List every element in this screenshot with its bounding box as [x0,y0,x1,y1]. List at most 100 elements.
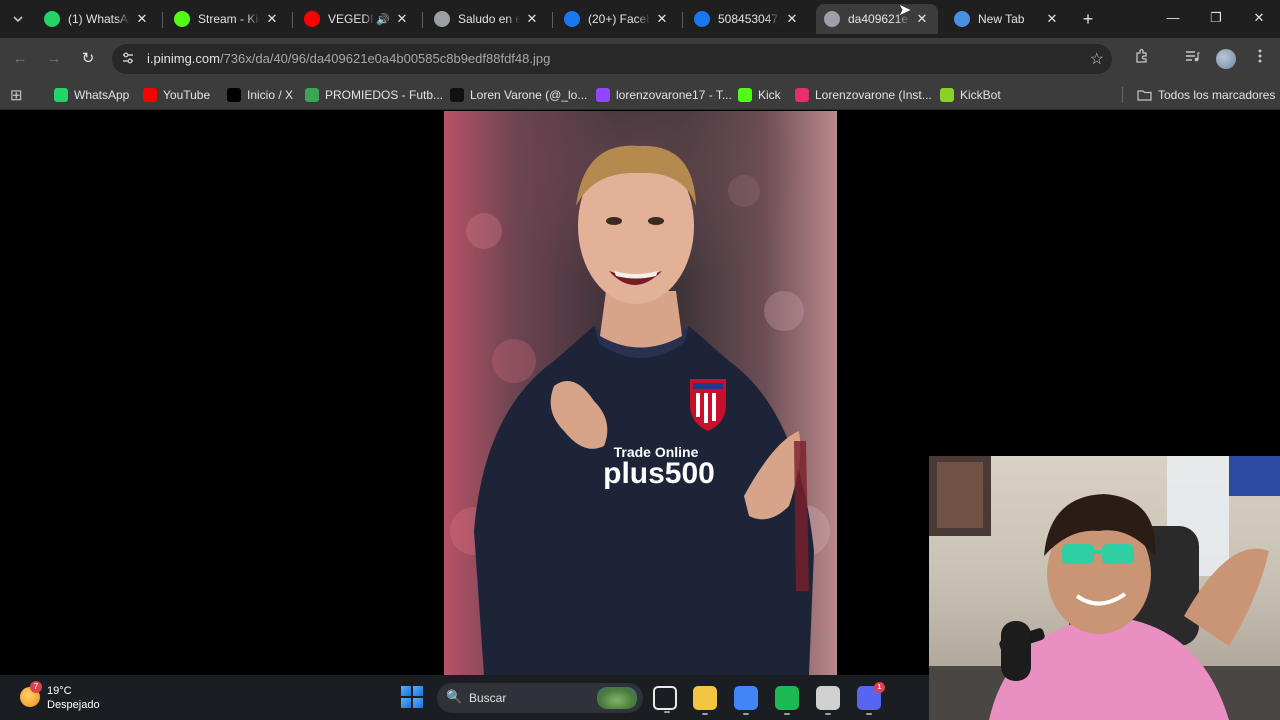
facebook-icon [564,11,580,27]
bookmark-label: Inicio / X [247,88,294,102]
tab-0[interactable]: (1) WhatsApp ✕ [36,4,158,34]
address-bar[interactable]: i.pinimg.com/736x/da/40/96/da409621e0a4b… [112,44,1112,74]
tab-2[interactable]: VEGEDREAM🔊 ✕ [296,4,418,34]
sponsor-main-text: plus500 [603,457,715,490]
file-explorer-icon[interactable] [693,686,717,715]
chrome-icon[interactable] [734,686,758,715]
tab-close-icon[interactable]: ✕ [914,11,930,27]
kick-icon [738,88,752,102]
player-illustration: Trade Online plus500 [450,145,830,675]
tab-separator [162,12,163,28]
tab-1[interactable]: Stream - Kick ✕ [166,4,288,34]
whatsapp-icon [44,11,60,27]
running-indicator [702,713,708,715]
web-icon [434,11,450,27]
running-indicator [866,713,872,715]
bookmark-label: Kick [758,88,781,102]
kickbot-icon [940,88,954,102]
tab-title: VEGEDREAM [328,12,374,26]
bookmark-icon [954,11,970,27]
bookmark-label: YouTube [163,88,211,102]
webcam-illustration [929,456,1280,720]
menu-kebab-icon[interactable] [1249,48,1271,70]
weather-condition: Despejado [47,699,100,711]
tab-7[interactable]: New Tab ✕ [946,4,1068,34]
bookmark-item[interactable]: Kick [738,86,781,104]
bookmark-item[interactable]: Inicio / X [227,86,293,104]
all-bookmarks-button[interactable]: Todos los marcadores [1137,86,1275,104]
bookmark-item[interactable]: YouTube [143,86,210,104]
bookmark-item[interactable]: WhatsApp [54,86,129,104]
task-view-icon[interactable] [653,686,677,713]
search-label: Buscar [469,691,507,705]
weather-widget[interactable]: 7 19°C Despejado [20,681,110,715]
bookmark-label: WhatsApp [74,88,130,102]
tab-3[interactable]: Saludo en español ✕ [426,4,548,34]
streamer-webcam [929,456,1280,720]
extensions-icon[interactable] [1131,48,1153,70]
facebook-icon [694,11,710,27]
football-player-photo[interactable]: Trade Online plus500 [444,111,837,675]
tab-close-icon[interactable]: ✕ [394,11,410,27]
tab-separator [682,12,683,28]
search-icon: 🔍 [446,689,463,704]
bookmark-label: PROMIEDOS - Futb... [325,88,444,102]
tab-title: (20+) Facebook [588,12,650,26]
bookmark-label: lorenzovarone17 - T... [616,88,732,102]
tab-close-icon[interactable]: ✕ [1044,11,1060,27]
weather-temperature: 19°C [47,685,72,697]
search-highlight-illustration [597,687,637,709]
bookmark-item[interactable]: PROMIEDOS - Futb... [305,86,443,104]
clock-app-icon[interactable] [816,686,840,715]
running-indicator [825,713,831,715]
windows-start-icon[interactable] [401,686,423,708]
tab-4[interactable]: (20+) Facebook ✕ [556,4,678,34]
tab-close-icon[interactable]: ✕ [134,11,150,27]
bookmark-item[interactable]: KickBot [940,86,1001,104]
minimize-button[interactable]: — [1163,10,1183,25]
running-indicator [664,711,670,713]
tab-close-icon[interactable]: ✕ [654,11,670,27]
bookmark-item[interactable]: lorenzovarone17 - T... [596,86,732,104]
bookmark-label: Lorenzovarone (Inst... [815,88,932,102]
tiktok-icon [450,88,464,102]
tab-title: Stream - Kick [198,12,260,26]
discord-icon[interactable]: 1 [857,682,885,715]
taskbar-search[interactable]: 🔍 Buscar [437,683,643,713]
url-text[interactable]: i.pinimg.com/736x/da/40/96/da409621e0a4b… [147,51,550,66]
tab-search-button[interactable] [6,8,30,30]
profile-avatar[interactable] [1216,49,1236,69]
youtube-icon [304,11,320,27]
apps-grid-icon[interactable]: ⊞ [10,86,23,104]
site-info-icon[interactable] [120,51,136,67]
running-indicator [743,713,749,715]
tab-close-icon[interactable]: ✕ [784,11,800,27]
tab-separator [292,12,293,28]
kick-icon [174,11,190,27]
mouse-cursor-icon: ➤ [898,2,912,19]
tab-5[interactable]: 508453047_ ✕ [686,4,808,34]
tab-close-icon[interactable]: ✕ [524,11,540,27]
forward-button[interactable]: → [43,48,65,70]
url-path: /736x/da/40/96/da409621e0a4b00585c8b9edf… [219,51,551,66]
back-button[interactable]: ← [9,48,31,70]
speaker-icon[interactable]: 🔊 [376,13,390,26]
reload-button[interactable]: ↻ [77,48,99,70]
tab-6[interactable]: da409621e0 ✕ [816,4,938,34]
close-window-button[interactable]: ✕ [1249,10,1269,26]
whatsapp-icon [54,88,68,102]
twitch-icon [596,88,610,102]
bookmark-item[interactable]: Lorenzovarone (Inst... [795,86,932,104]
tab-separator [422,12,423,28]
folder-icon [1137,89,1152,101]
media-controls-icon[interactable] [1181,48,1203,70]
restore-button[interactable]: ❐ [1206,10,1226,26]
bookmarks-divider [1122,87,1123,103]
tab-close-icon[interactable]: ✕ [264,11,280,27]
bookmark-star-icon[interactable]: ☆ [1090,49,1104,69]
bookmark-item[interactable]: Loren Varone (@_lo... [450,86,587,104]
tab-title: Saludo en español [458,12,520,26]
spotify-icon[interactable] [775,686,799,715]
new-tab-button[interactable]: + [1078,9,1098,29]
tab-separator [552,12,553,28]
